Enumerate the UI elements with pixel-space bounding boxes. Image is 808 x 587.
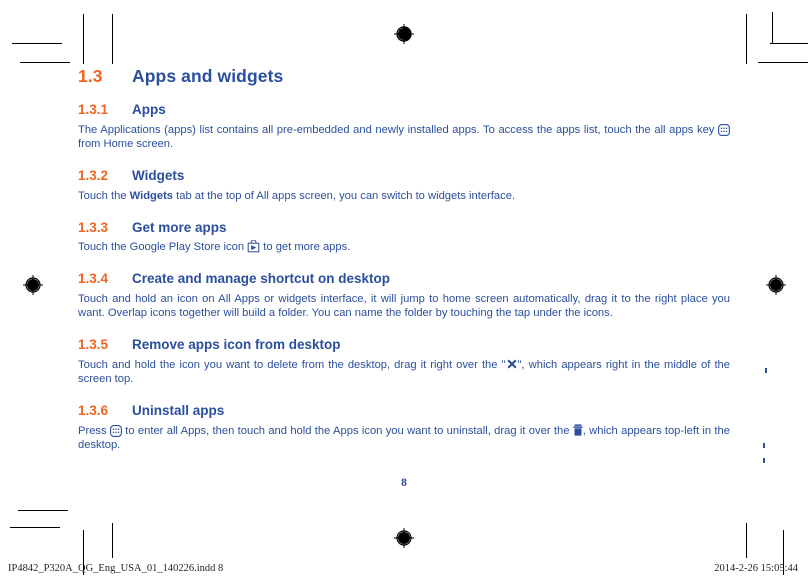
remove-text-before: Touch and hold the icon you want to dele…: [78, 358, 506, 371]
apps-text-after: from Home screen.: [78, 137, 174, 150]
widgets-text-2: tab at the top of All apps screen, you c…: [173, 189, 516, 202]
paragraph-apps: The Applications (apps) list contains al…: [78, 123, 730, 151]
section-heading-1-3: 1.3 Apps and widgets: [78, 66, 730, 86]
uninstall-text-before: Press: [78, 424, 110, 437]
subsection-number: 1.3.5: [78, 337, 109, 353]
subsection-heading-1-3-2: 1.3.2 Widgets: [78, 168, 730, 184]
trash-icon: [573, 424, 583, 436]
paragraph-widgets: Touch the Widgets tab at the top of All …: [78, 189, 730, 203]
subsection-title: Uninstall apps: [132, 403, 225, 419]
subsection-number: 1.3.6: [78, 403, 109, 419]
crop-mark-top-left-inner-horizontal: [20, 62, 70, 63]
subsection-title: Remove apps icon from desktop: [132, 337, 341, 353]
crop-mark-top-left-inner-vertical: [112, 14, 113, 64]
subsection-title: Widgets: [132, 168, 185, 184]
edge-speck: [763, 443, 765, 448]
getmore-text-after: to get more apps.: [260, 241, 351, 254]
registration-mark-top: [393, 23, 415, 45]
subsection-title: Create and manage shortcut on desktop: [132, 271, 391, 287]
crop-mark-top-left-vertical: [83, 14, 84, 64]
crop-mark-top-right-vertical: [746, 14, 747, 64]
crop-mark-bottom-right-vertical: [746, 523, 747, 558]
edge-speck: [763, 458, 765, 463]
crop-mark-top-right-horizontal: [770, 43, 808, 44]
uninstall-text-middle: to enter all Apps, then touch and hold t…: [121, 424, 573, 437]
subsection-heading-1-3-4: 1.3.4 Create and manage shortcut on desk…: [78, 271, 730, 287]
section-number: 1.3: [78, 66, 103, 86]
paragraph-remove-apps: Touch and hold the icon you want to dele…: [78, 358, 730, 386]
subsection-number: 1.3.4: [78, 271, 109, 287]
crop-mark-top-right-inner-horizontal: [758, 62, 808, 63]
subsection-number: 1.3.3: [78, 219, 109, 235]
paragraph-get-more-apps: Touch the Google Play Store icon to get …: [78, 240, 730, 254]
crop-mark-top-left-horizontal: [12, 43, 62, 44]
registration-mark-right: [765, 274, 787, 296]
subsection-title: Get more apps: [132, 219, 227, 235]
subsection-heading-1-3-1: 1.3.1 Apps: [78, 102, 730, 118]
crop-mark-top-right-inner-vertical: [772, 12, 773, 44]
edge-speck: [765, 368, 767, 373]
manual-page-content: 1.3 Apps and widgets 1.3.1 Apps The Appl…: [78, 66, 730, 452]
registration-mark-left: [22, 274, 44, 296]
section-title: Apps and widgets: [132, 66, 284, 86]
widgets-bold-term: Widgets: [129, 189, 174, 202]
all-apps-key-icon: [718, 123, 730, 136]
crop-mark-bottom-left-inner-vertical: [112, 523, 113, 558]
paragraph-uninstall: Press to enter all Apps, then touch and …: [78, 424, 730, 452]
subsection-number: 1.3.1: [78, 102, 109, 118]
widgets-text-1: Touch the: [78, 189, 130, 202]
paragraph-create-shortcut: Touch and hold an icon on All Apps or wi…: [78, 293, 730, 320]
play-store-icon: [247, 240, 260, 253]
subsection-heading-1-3-6: 1.3.6 Uninstall apps: [78, 403, 730, 419]
subsection-number: 1.3.2: [78, 168, 109, 184]
subsection-heading-1-3-5: 1.3.5 Remove apps icon from desktop: [78, 337, 730, 353]
footer-timestamp: 2014-2-26 15:05:44: [714, 563, 798, 574]
crop-mark-bottom-left-inner-horizontal: [10, 527, 60, 528]
page-number: 8: [401, 477, 407, 489]
subsection-heading-1-3-3: 1.3.3 Get more apps: [78, 220, 730, 236]
remove-x-icon: [506, 358, 518, 370]
registration-mark-bottom: [393, 527, 415, 549]
footer-filename: IP4842_P320A_QG_Eng_USA_01_140226.indd 8: [8, 563, 224, 574]
apps-text-before: The Applications (apps) list contains al…: [78, 123, 718, 136]
crop-mark-bottom-left-horizontal: [18, 510, 68, 511]
all-apps-key-icon: [109, 424, 122, 437]
subsection-title: Apps: [132, 102, 166, 118]
getmore-text-before: Touch the Google Play Store icon: [78, 241, 248, 254]
